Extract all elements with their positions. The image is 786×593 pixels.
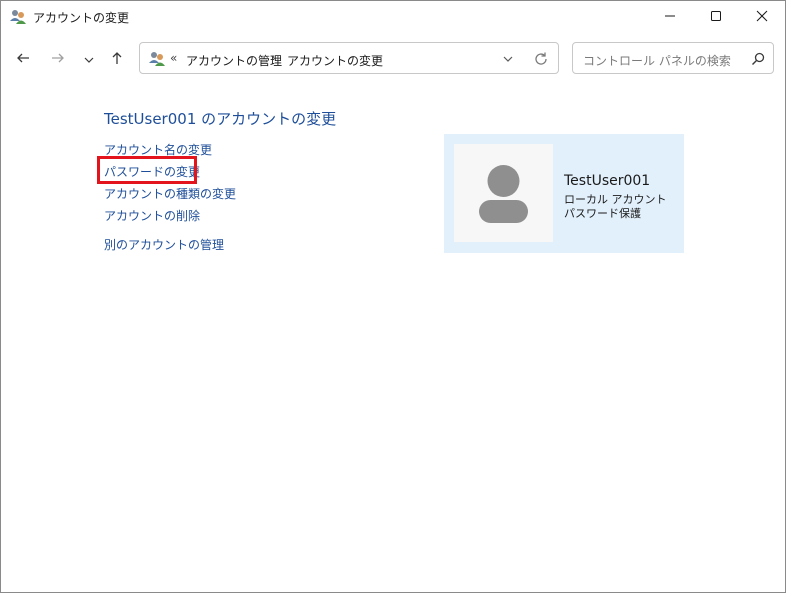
close-button[interactable] [739, 1, 785, 32]
highlight-frame [97, 156, 197, 184]
close-icon [756, 7, 768, 26]
title-bar: アカウントの変更 [1, 1, 785, 32]
users-icon [148, 50, 166, 68]
breadcrumb-change-account[interactable]: アカウントの変更 [287, 52, 383, 69]
forward-button[interactable] [46, 47, 70, 71]
user-avatar-icon [454, 165, 553, 246]
page-heading: TestUser001 のアカウントの変更 [104, 110, 337, 128]
chevron-down-icon [84, 50, 94, 69]
maximize-button[interactable] [693, 1, 739, 32]
up-button[interactable] [105, 47, 129, 71]
address-overflow[interactable]: « [170, 51, 177, 65]
recent-locations-button[interactable] [77, 47, 101, 71]
address-dropdown-button[interactable] [500, 51, 516, 67]
navigation-bar: « アカウントの管理 › アカウントの変更 コントロール パネルの検索 [1, 32, 785, 84]
search-placeholder[interactable]: コントロール パネルの検索 [583, 52, 731, 69]
password-status-label: パスワード保護 [564, 207, 641, 220]
arrow-right-icon [51, 50, 65, 69]
manage-another-account-link[interactable]: 別のアカウントの管理 [104, 236, 224, 253]
account-window: アカウントの変更 « アカウントの管理 › アカウントの変更 コントロール パネ… [0, 0, 786, 593]
refresh-icon [532, 52, 550, 72]
chevron-down-icon [500, 52, 516, 71]
minimize-button[interactable] [647, 1, 693, 32]
address-bar[interactable]: « アカウントの管理 › アカウントの変更 [139, 42, 559, 74]
change-account-type-link[interactable]: アカウントの種類の変更 [104, 185, 236, 202]
arrow-left-icon [16, 50, 30, 69]
back-button[interactable] [11, 47, 35, 71]
refresh-button[interactable] [532, 50, 550, 68]
breadcrumb-account-management[interactable]: アカウントの管理 [186, 52, 282, 69]
window-title: アカウントの変更 [33, 11, 130, 25]
users-icon [9, 8, 27, 26]
delete-account-link[interactable]: アカウントの削除 [104, 207, 200, 224]
search-icon[interactable] [751, 51, 765, 65]
minimize-icon [664, 7, 676, 26]
breadcrumb-separator[interactable]: › [271, 51, 276, 65]
avatar [454, 144, 553, 242]
maximize-icon [710, 7, 722, 26]
arrow-up-icon [110, 50, 124, 69]
search-box[interactable]: コントロール パネルの検索 [572, 42, 774, 74]
user-card: TestUser001 ローカル アカウント パスワード保護 [444, 134, 684, 253]
user-name: TestUser001 [564, 173, 651, 189]
